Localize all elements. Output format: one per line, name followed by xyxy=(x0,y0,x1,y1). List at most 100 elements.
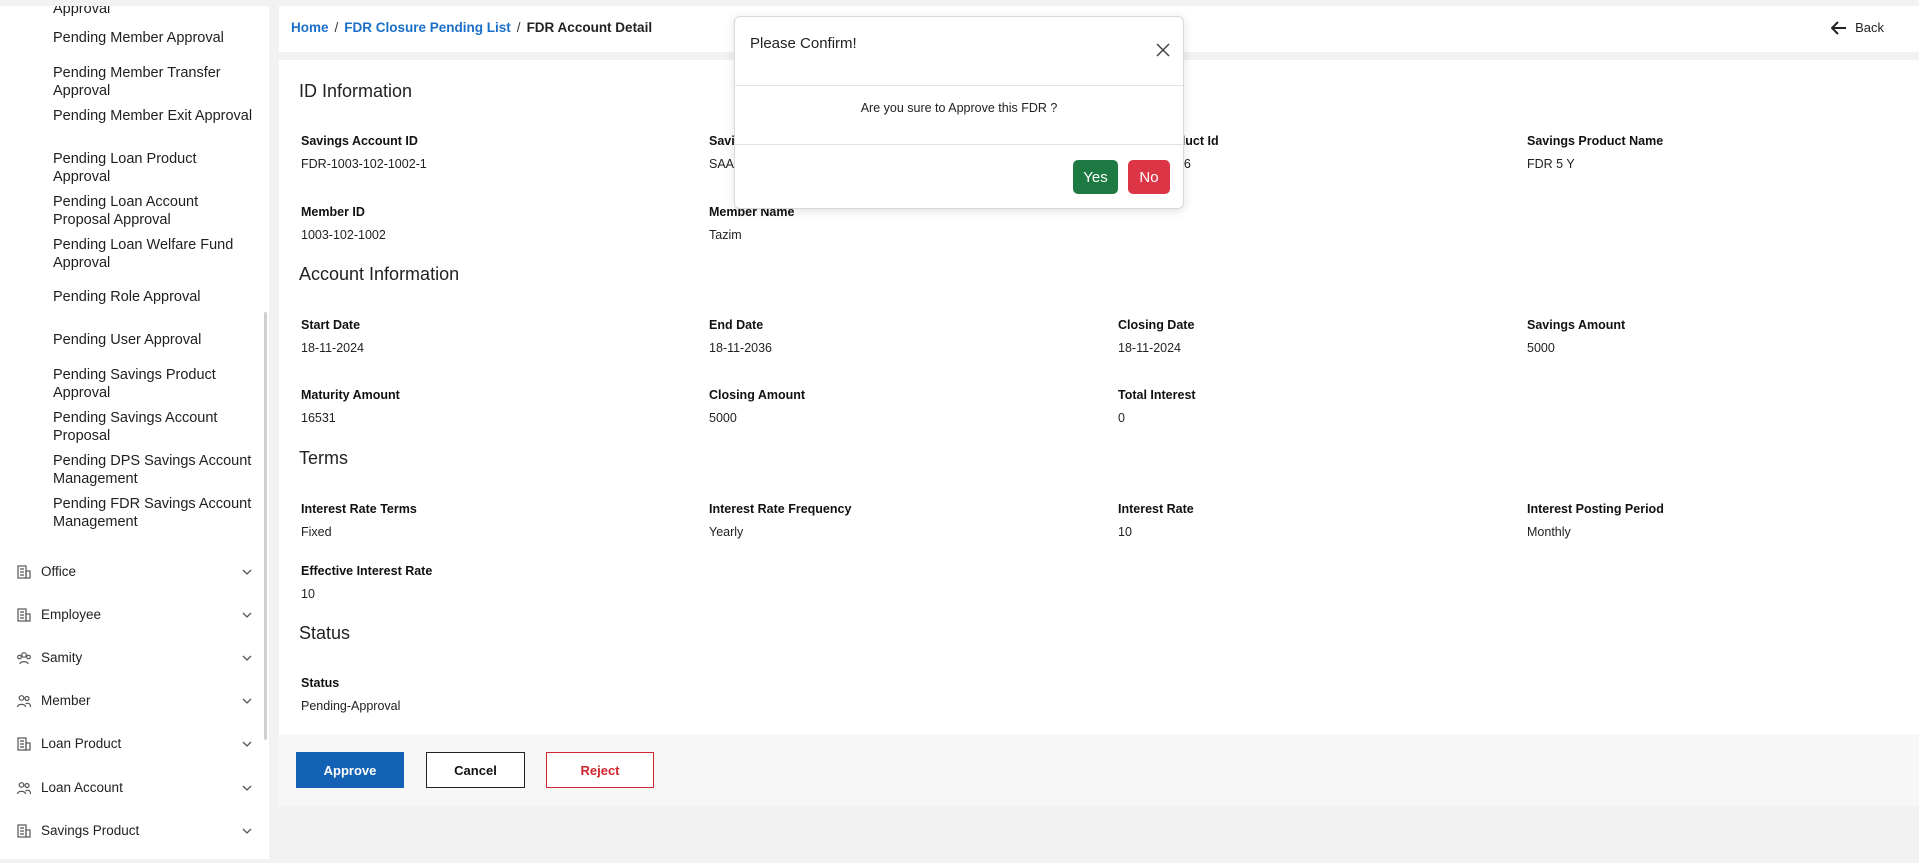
sidebar-subitem-pending-user-approval[interactable]: Pending User Approval xyxy=(53,331,253,349)
sidebar-item-label: Savings Product xyxy=(41,823,140,838)
field-value: Pending-Approval xyxy=(301,699,401,713)
reject-button[interactable]: Reject xyxy=(546,752,654,788)
field-member-name: Member Name Tazim xyxy=(709,205,1089,242)
chevron-down-icon xyxy=(242,785,252,791)
sidebar-item-employee[interactable]: Employee xyxy=(0,600,262,630)
field-closing-date: Closing Date 18-11-2024 xyxy=(1118,318,1498,355)
field-product-id: oduct Id 006 xyxy=(1170,134,1290,171)
section-title-status: Status xyxy=(299,623,351,643)
field-maturity-amount: Maturity Amount 16531 xyxy=(301,388,681,425)
field-value: 18-11-2024 xyxy=(1118,341,1182,355)
sidebar-subitem-pending-loan-welfare-fund-approval[interactable]: Pending Loan Welfare Fund Approval xyxy=(53,236,253,272)
breadcrumb-current: FDR Account Detail xyxy=(526,20,653,35)
field-label: Total Interest xyxy=(1118,388,1196,402)
field-value: 18-11-2024 xyxy=(301,341,365,355)
field-label: Effective Interest Rate xyxy=(301,564,433,578)
member-icon xyxy=(16,695,32,708)
loan-account-icon xyxy=(16,782,32,795)
field-value: 5000 xyxy=(1527,341,1555,355)
employee-icon xyxy=(17,608,31,622)
sidebar-subitem-pending-role-approval[interactable]: Pending Role Approval xyxy=(53,288,253,306)
close-icon[interactable] xyxy=(1155,42,1171,58)
sidebar-item-loan-account[interactable]: Loan Account xyxy=(0,773,262,803)
chevron-down-icon xyxy=(242,741,252,747)
no-button[interactable]: No xyxy=(1128,160,1170,194)
field-label: Closing Amount xyxy=(709,388,806,402)
field-savings-account-id: Savings Account ID FDR-1003-102-1002-1 xyxy=(301,134,681,171)
field-status: Status Pending-Approval xyxy=(301,676,681,713)
dialog-divider xyxy=(735,85,1183,86)
field-value: 16531 xyxy=(301,411,336,425)
section-title-id-information: ID Information xyxy=(299,81,413,101)
field-label: Interest Posting Period xyxy=(1527,502,1664,516)
field-savings-product-name: Savings Product Name FDR 5 Y xyxy=(1527,134,1907,171)
field-label: Savings Account ID xyxy=(301,134,418,148)
sidebar-item-member[interactable]: Member xyxy=(0,686,262,716)
samity-icon xyxy=(17,652,31,665)
field-value: FDR-1003-102-1002-1 xyxy=(301,157,427,171)
breadcrumb-separator: / xyxy=(516,20,521,35)
sidebar-item-loan-product[interactable]: Loan Product xyxy=(0,729,262,759)
field-label: Member ID xyxy=(301,205,365,219)
field-closing-amount: Closing Amount 5000 xyxy=(709,388,1089,425)
chevron-down-icon xyxy=(242,612,252,618)
sidebar-subitem-pending-loan-product-approval[interactable]: Pending Loan Product Approval xyxy=(53,150,253,186)
chevron-down-icon xyxy=(242,698,252,704)
field-interest-posting-period: Interest Posting Period Monthly xyxy=(1527,502,1907,539)
field-label: End Date xyxy=(709,318,764,332)
field-value: 5000 xyxy=(709,411,737,425)
action-bar: Approve Cancel Reject xyxy=(279,734,1919,806)
dialog-divider xyxy=(735,144,1183,145)
sidebar-item-savings-product[interactable]: Savings Product xyxy=(0,816,262,846)
field-savings-amount: Savings Amount 5000 xyxy=(1527,318,1907,355)
sidebar-item-samity[interactable]: Samity xyxy=(0,643,262,673)
field-start-date: Start Date 18-11-2024 xyxy=(301,318,681,355)
field-label: oduct Id xyxy=(1170,134,1219,148)
sidebar: Approval Pending Member Approval Pending… xyxy=(0,6,269,859)
field-member-id: Member ID 1003-102-1002 xyxy=(301,205,681,242)
sidebar-subitem-pending-dps-savings-account-management[interactable]: Pending DPS Savings Account Management xyxy=(53,452,253,488)
sidebar-subitem-pending-member-approval[interactable]: Pending Member Approval xyxy=(53,29,253,47)
sidebar-item-office[interactable]: Office xyxy=(0,557,262,587)
section-title-terms: Terms xyxy=(299,448,348,468)
cancel-button[interactable]: Cancel xyxy=(426,752,525,788)
arrow-left-icon xyxy=(1831,20,1847,35)
field-value: 10 xyxy=(1118,525,1132,539)
field-label: Interest Rate xyxy=(1118,502,1194,516)
sidebar-subitem-pending-member-exit-approval[interactable]: Pending Member Exit Approval xyxy=(53,107,253,125)
breadcrumb-separator: / xyxy=(334,20,339,35)
field-value: 0 xyxy=(1118,411,1125,425)
breadcrumb-list-link[interactable]: FDR Closure Pending List xyxy=(344,20,511,35)
breadcrumb: Home / FDR Closure Pending List / FDR Ac… xyxy=(291,20,652,35)
sidebar-item-label: Loan Account xyxy=(41,780,123,795)
field-label: Closing Date xyxy=(1118,318,1195,332)
field-end-date: End Date 18-11-2036 xyxy=(709,318,1089,355)
field-label: Savings Product Name xyxy=(1527,134,1664,148)
sidebar-subitem-pending-fdr-savings-account-management[interactable]: Pending FDR Savings Account Management xyxy=(53,495,253,531)
loan-product-icon xyxy=(17,737,31,751)
sidebar-subitem-pending-savings-product-approval[interactable]: Pending Savings Product Approval xyxy=(53,366,253,402)
sidebar-subitem-pending-savings-account-proposal[interactable]: Pending Savings Account Proposal xyxy=(53,409,253,445)
field-label: Interest Rate Terms xyxy=(301,502,417,516)
office-icon xyxy=(17,565,31,579)
sidebar-subitem-pending-loan-account-proposal-approval[interactable]: Pending Loan Account Proposal Approval xyxy=(53,193,253,229)
savings-product-icon xyxy=(17,824,31,838)
section-title-account-information: Account Information xyxy=(299,264,460,284)
back-button[interactable]: Back xyxy=(1831,20,1884,35)
yes-button[interactable]: Yes xyxy=(1073,160,1118,194)
chevron-down-icon xyxy=(242,569,252,575)
field-value: Tazim xyxy=(709,228,742,242)
dialog-title: Please Confirm! xyxy=(750,35,857,52)
dialog-message: Are you sure to Approve this FDR ? xyxy=(860,101,1058,115)
breadcrumb-home-link[interactable]: Home xyxy=(291,20,329,35)
field-value: FDR 5 Y xyxy=(1527,157,1575,171)
field-interest-rate-frequency: Interest Rate Frequency Yearly xyxy=(709,502,1089,539)
field-value: Fixed xyxy=(301,525,332,539)
approve-button[interactable]: Approve xyxy=(296,752,404,788)
field-value: Yearly xyxy=(709,525,744,539)
field-label: Status xyxy=(301,676,340,690)
sidebar-scrollbar[interactable] xyxy=(264,312,267,740)
sidebar-subitem-approval-partial[interactable]: Approval xyxy=(53,6,253,18)
sidebar-item-label: Employee xyxy=(41,607,102,622)
sidebar-subitem-pending-member-transfer-approval[interactable]: Pending Member Transfer Approval xyxy=(53,64,253,100)
